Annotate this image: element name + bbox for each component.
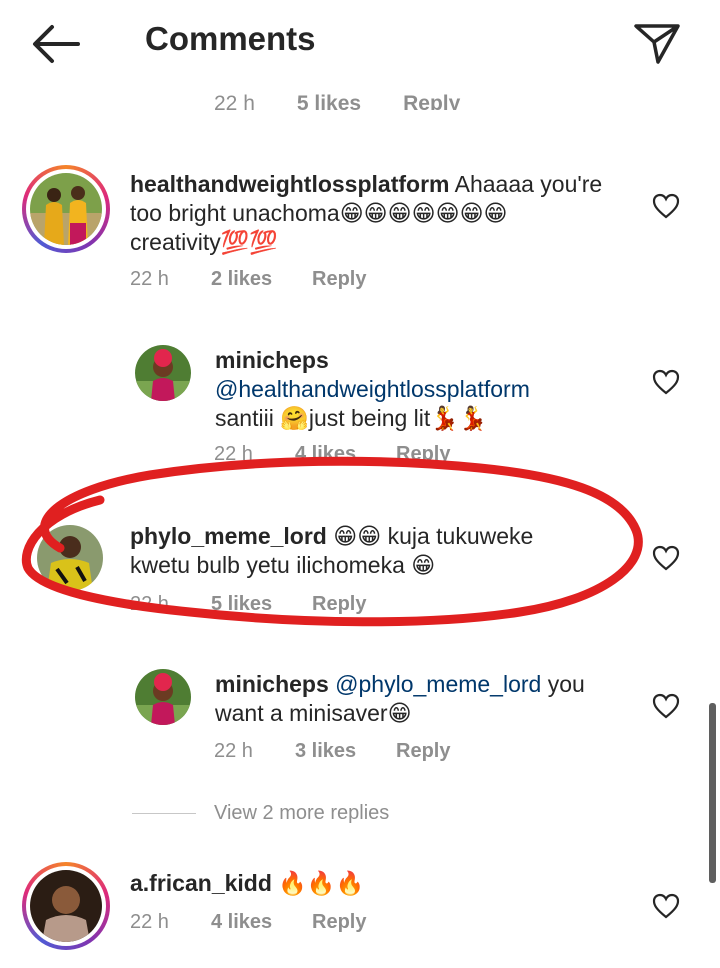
heart-icon xyxy=(652,693,680,719)
comment-meta: 22 h 3 likes Reply xyxy=(214,740,450,763)
comment-username[interactable]: phylo_meme_lord xyxy=(130,523,327,549)
avatar[interactable] xyxy=(135,669,191,725)
avatar xyxy=(30,173,102,245)
heart-icon xyxy=(652,193,680,219)
reply-button[interactable]: Reply xyxy=(312,268,366,291)
comment-body: 😁😁 kuja tukuweke xyxy=(333,523,534,549)
comment-time: 22 h xyxy=(214,92,255,110)
comment-time: 22 h xyxy=(130,268,169,290)
heart-icon xyxy=(652,893,680,919)
comment-username[interactable]: minicheps xyxy=(215,671,329,697)
comment-body: 🔥🔥🔥 xyxy=(278,870,365,896)
avatar[interactable] xyxy=(37,525,103,591)
comment-text: minicheps @healthandweightlossplatform s… xyxy=(215,346,635,433)
like-button[interactable] xyxy=(652,369,680,395)
comment-likes[interactable]: 4 likes xyxy=(295,443,396,462)
comment-meta: 22 h 4 likes Reply xyxy=(214,443,450,462)
heart-icon xyxy=(652,369,680,395)
avatar xyxy=(30,870,102,942)
comment-body: you xyxy=(541,671,585,697)
avatar-story-ring[interactable] xyxy=(22,165,110,253)
comment-likes[interactable]: 2 likes xyxy=(211,268,312,291)
like-button[interactable] xyxy=(652,193,680,219)
reply-button[interactable]: Reply xyxy=(396,740,450,763)
comment-time: 22 h xyxy=(130,911,169,933)
comment-meta: 22 h 4 likes Reply xyxy=(130,911,366,934)
comment-text: phylo_meme_lord 😁😁 kuja tukuweke kwetu b… xyxy=(130,522,650,580)
reply-button[interactable]: Reply xyxy=(312,593,366,616)
like-button[interactable] xyxy=(652,545,680,571)
comment-body: want a minisaver😁 xyxy=(215,700,412,726)
comment-likes[interactable]: 5 likes xyxy=(211,593,312,616)
avatar[interactable] xyxy=(135,345,191,401)
comment-body: kwetu bulb yetu ilichomeka 😁 xyxy=(130,552,436,578)
mention-link[interactable]: @phylo_meme_lord xyxy=(335,671,541,697)
page-title: Comments xyxy=(145,20,316,57)
heart-icon xyxy=(652,545,680,571)
comment-likes[interactable]: 3 likes xyxy=(295,740,396,763)
comment-text: healthandweightlossplatform Ahaaaa you'r… xyxy=(130,170,650,257)
reply-button[interactable]: Reply xyxy=(396,443,450,462)
comment-body: creativity💯💯 xyxy=(130,229,279,255)
comment-username[interactable]: minicheps xyxy=(215,347,329,373)
view-more-label: View 2 more replies xyxy=(214,802,390,824)
view-more-replies[interactable]: View 2 more replies xyxy=(132,802,389,825)
reply-button[interactable]: Reply xyxy=(312,911,366,934)
avatar-story-ring[interactable] xyxy=(22,862,110,950)
comment-body: too bright unachoma😁😁😁😁😁😁😁 xyxy=(130,200,508,226)
like-button[interactable] xyxy=(652,893,680,919)
paper-plane-icon xyxy=(634,24,680,64)
comment-text: minicheps @phylo_meme_lord you want a mi… xyxy=(215,670,635,728)
comment-time: 22 h xyxy=(214,740,253,762)
comment-text: a.frican_kidd 🔥🔥🔥 xyxy=(130,869,650,898)
comment-meta: 22 h 5 likes Reply xyxy=(130,593,366,616)
share-button[interactable] xyxy=(632,18,682,68)
comment-time: 22 h xyxy=(214,443,253,462)
comment-username[interactable]: a.frican_kidd xyxy=(130,870,272,896)
comment-body: santiii 🤗just being lit💃💃 xyxy=(215,405,488,431)
header-bar: Comments xyxy=(0,0,720,88)
scrollbar[interactable] xyxy=(709,703,716,883)
mention-link[interactable]: @healthandweightlossplatform xyxy=(215,376,530,402)
arrow-left-icon xyxy=(33,25,80,63)
comment-meta: 22 h 2 likes Reply xyxy=(130,268,366,291)
comment-meta-clipped: 22 h 4 likes Reply xyxy=(214,440,514,462)
comment-likes[interactable]: 4 likes xyxy=(211,911,312,934)
comment-username[interactable]: healthandweightlossplatform xyxy=(130,171,449,197)
like-button[interactable] xyxy=(652,693,680,719)
comment-time: 22 h xyxy=(130,593,169,615)
reply-button[interactable]: Reply xyxy=(403,92,460,110)
divider-line xyxy=(132,813,196,814)
comment-body: Ahaaaa you're xyxy=(454,171,603,197)
back-button[interactable] xyxy=(30,22,82,66)
comment-likes[interactable]: 5 likes xyxy=(297,92,361,110)
